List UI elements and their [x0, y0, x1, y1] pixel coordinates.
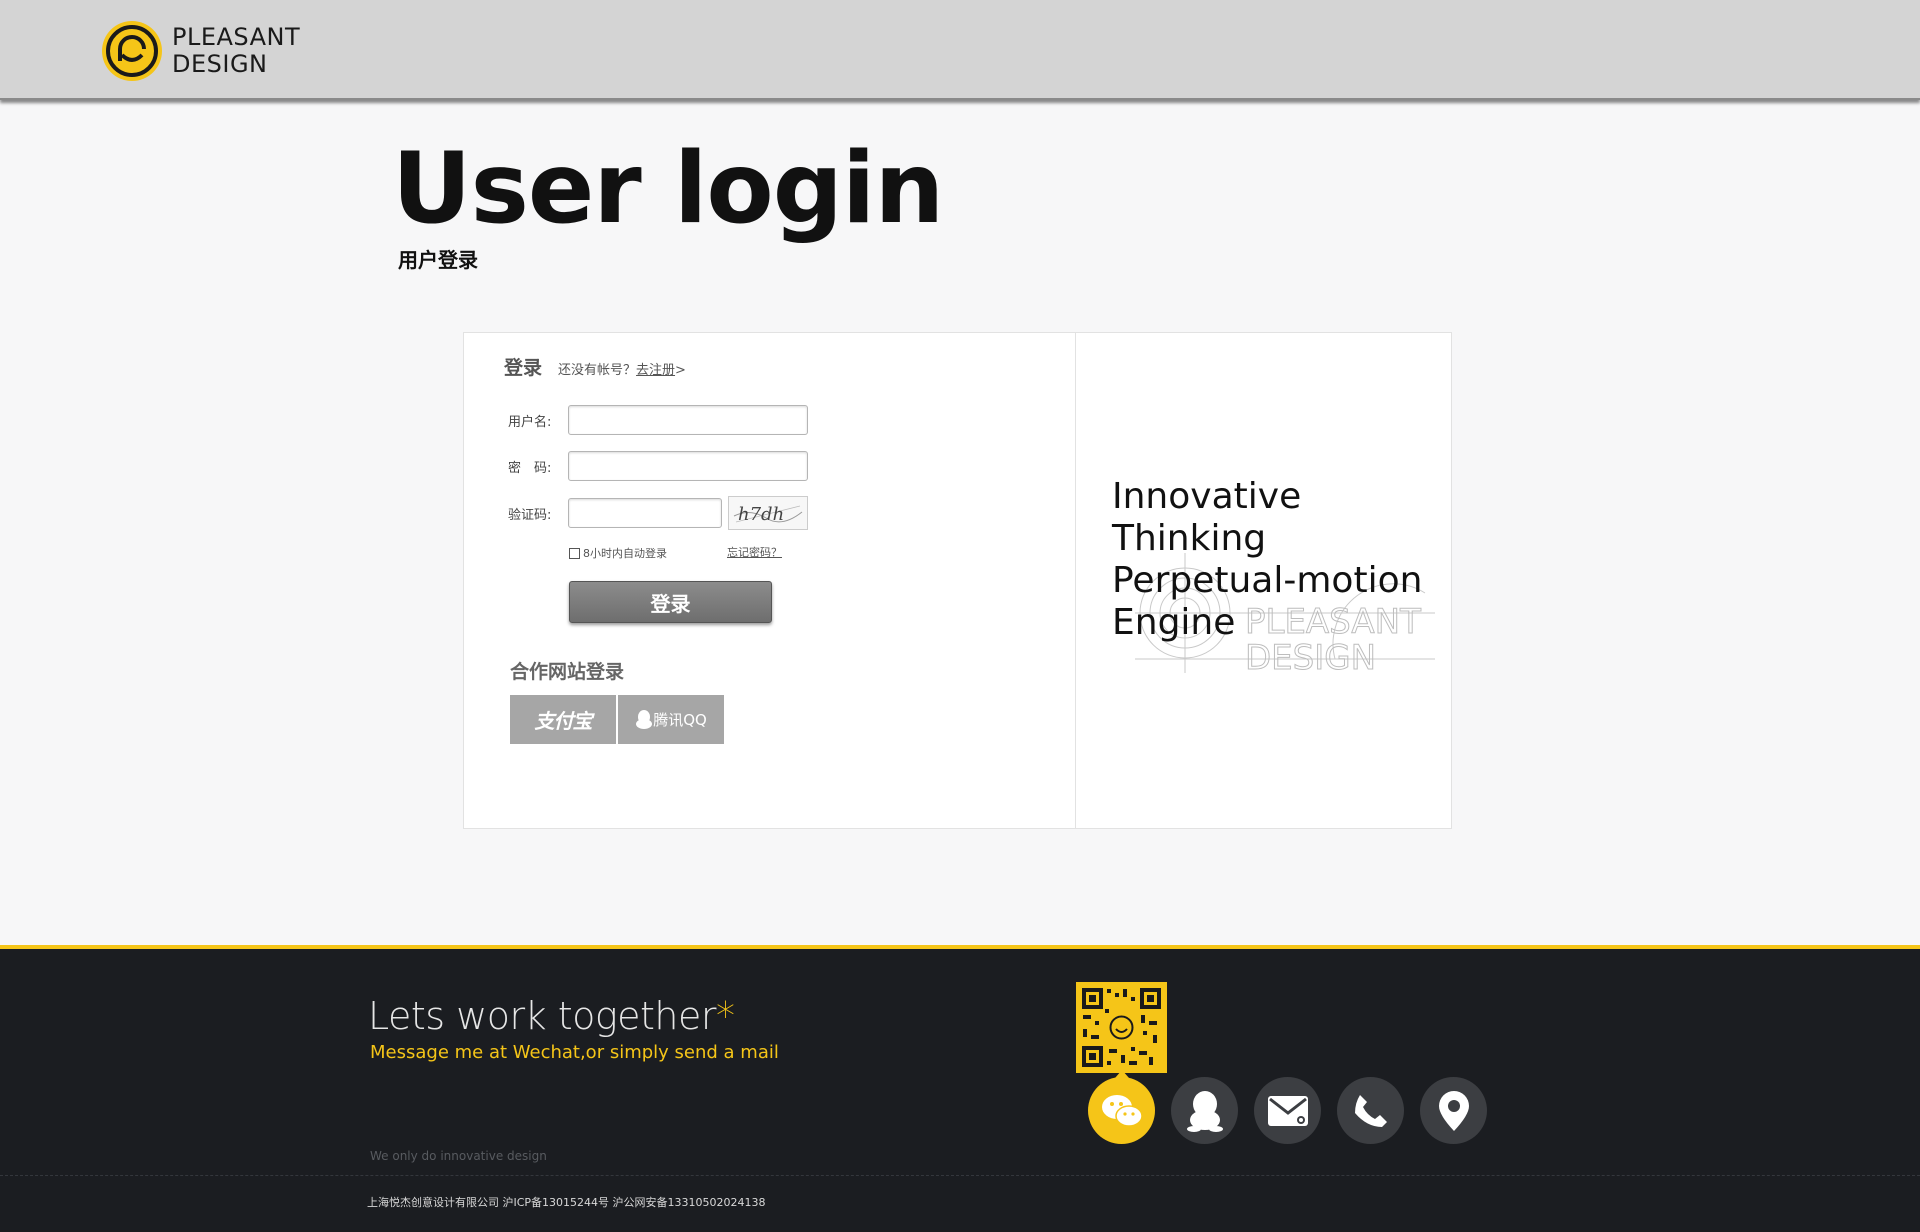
captcha-text: h7dh [738, 504, 784, 525]
password-row: 密 码: [508, 451, 808, 481]
site-header: PLEASANT DESIGN [0, 0, 1920, 100]
captcha-label: 验证码: [508, 507, 552, 523]
wechat-qr-code [1076, 982, 1167, 1073]
register-link[interactable]: 去注册 [636, 363, 675, 378]
login-form-header: 登录 还没有帐号？去注册> [504, 353, 686, 380]
page-subtitle: 用户登录 [398, 248, 478, 272]
footer-tagline: We only do innovative design [370, 1149, 547, 1163]
qq-login-button[interactable]: 腾讯QQ [618, 695, 724, 744]
captcha-input[interactable] [568, 498, 722, 528]
logo-line2: DESIGN [172, 50, 268, 78]
slogan-line2: Thinking [1112, 518, 1267, 559]
logo-wordmark: PLEASANT DESIGN [172, 24, 300, 78]
footer-title: Lets work together* [368, 994, 735, 1038]
promo-slogan: Innovative Thinking Perpetual-motion Eng… [1112, 476, 1422, 644]
login-button[interactable]: 登录 [569, 581, 772, 623]
captcha-row: 验证码: h7dh [508, 496, 808, 530]
phone-icon [1354, 1094, 1387, 1127]
alipay-label: 支付宝 [534, 709, 593, 733]
qr-code-icon [1079, 985, 1164, 1070]
partner-login-title: 合作网站登录 [510, 661, 625, 683]
no-account-text: 还没有帐号？ [558, 363, 637, 378]
promo-panel: PLEASANT DESIGN Innovative Thinking Perp… [1075, 333, 1451, 828]
qq-icon [1186, 1090, 1223, 1132]
smiley-logo-icon [102, 21, 162, 81]
register-hint: 还没有帐号？去注册> [558, 359, 686, 378]
remember-checkbox[interactable] [569, 547, 580, 559]
social-links [1088, 1070, 1503, 1144]
location-icon [1438, 1090, 1469, 1131]
wechat-button[interactable] [1088, 1070, 1155, 1144]
qq-label: 腾讯QQ [653, 711, 707, 729]
password-input[interactable] [568, 451, 808, 481]
site-logo[interactable]: PLEASANT DESIGN [100, 16, 300, 86]
footer-title-star: * [716, 994, 735, 1038]
footer-title-text: Lets work together [368, 994, 717, 1038]
phone-button[interactable] [1337, 1077, 1404, 1144]
mail-button[interactable] [1254, 1077, 1321, 1144]
register-arrow: > [675, 363, 686, 378]
mail-icon [1267, 1095, 1308, 1126]
watermark-line2: DESIGN [1245, 638, 1376, 678]
alipay-login-button[interactable]: 支付宝 [510, 695, 616, 744]
login-panel: 登录 还没有帐号？去注册> 用户名: 密 码: 验证码: h7dh 8小时内自动… [463, 332, 1452, 829]
qq-button[interactable] [1171, 1077, 1238, 1144]
page-title: User login [392, 132, 944, 246]
qq-small-icon [636, 709, 653, 729]
forgot-password-link[interactable]: 忘记密码？ [727, 544, 782, 560]
remember-me[interactable]: 8小时内自动登录 [569, 545, 667, 561]
footer-copyright: 上海悦杰创意设计有限公司 沪ICP备13015244号 沪公网安备1331050… [367, 1196, 766, 1209]
login-form: 登录 还没有帐号？去注册> 用户名: 密 码: 验证码: h7dh 8小时内自动… [464, 333, 1076, 828]
login-form-title: 登录 [504, 357, 543, 379]
footer-divider [0, 1175, 1920, 1176]
wechat-icon [1101, 1094, 1143, 1127]
captcha-image[interactable]: h7dh [728, 496, 808, 530]
site-footer: Lets work together* Message me at Wechat… [0, 945, 1920, 1232]
location-button[interactable] [1420, 1077, 1487, 1144]
slogan-line3: Perpetual-motion [1112, 560, 1423, 601]
username-input[interactable] [568, 405, 808, 435]
slogan-line1: Innovative [1112, 476, 1302, 517]
remember-label: 8小时内自动登录 [583, 547, 667, 560]
username-row: 用户名: [508, 405, 808, 435]
captcha-graphic: h7dh [733, 504, 803, 525]
logo-line1: PLEASANT [172, 23, 301, 51]
password-label: 密 码: [508, 460, 552, 476]
slogan-line4: Engine [1112, 602, 1236, 643]
partner-login-options: 支付宝 腾讯QQ [510, 695, 726, 744]
username-label: 用户名: [508, 414, 552, 430]
footer-subtitle: Message me at Wechat,or simply send a ma… [370, 1042, 779, 1063]
